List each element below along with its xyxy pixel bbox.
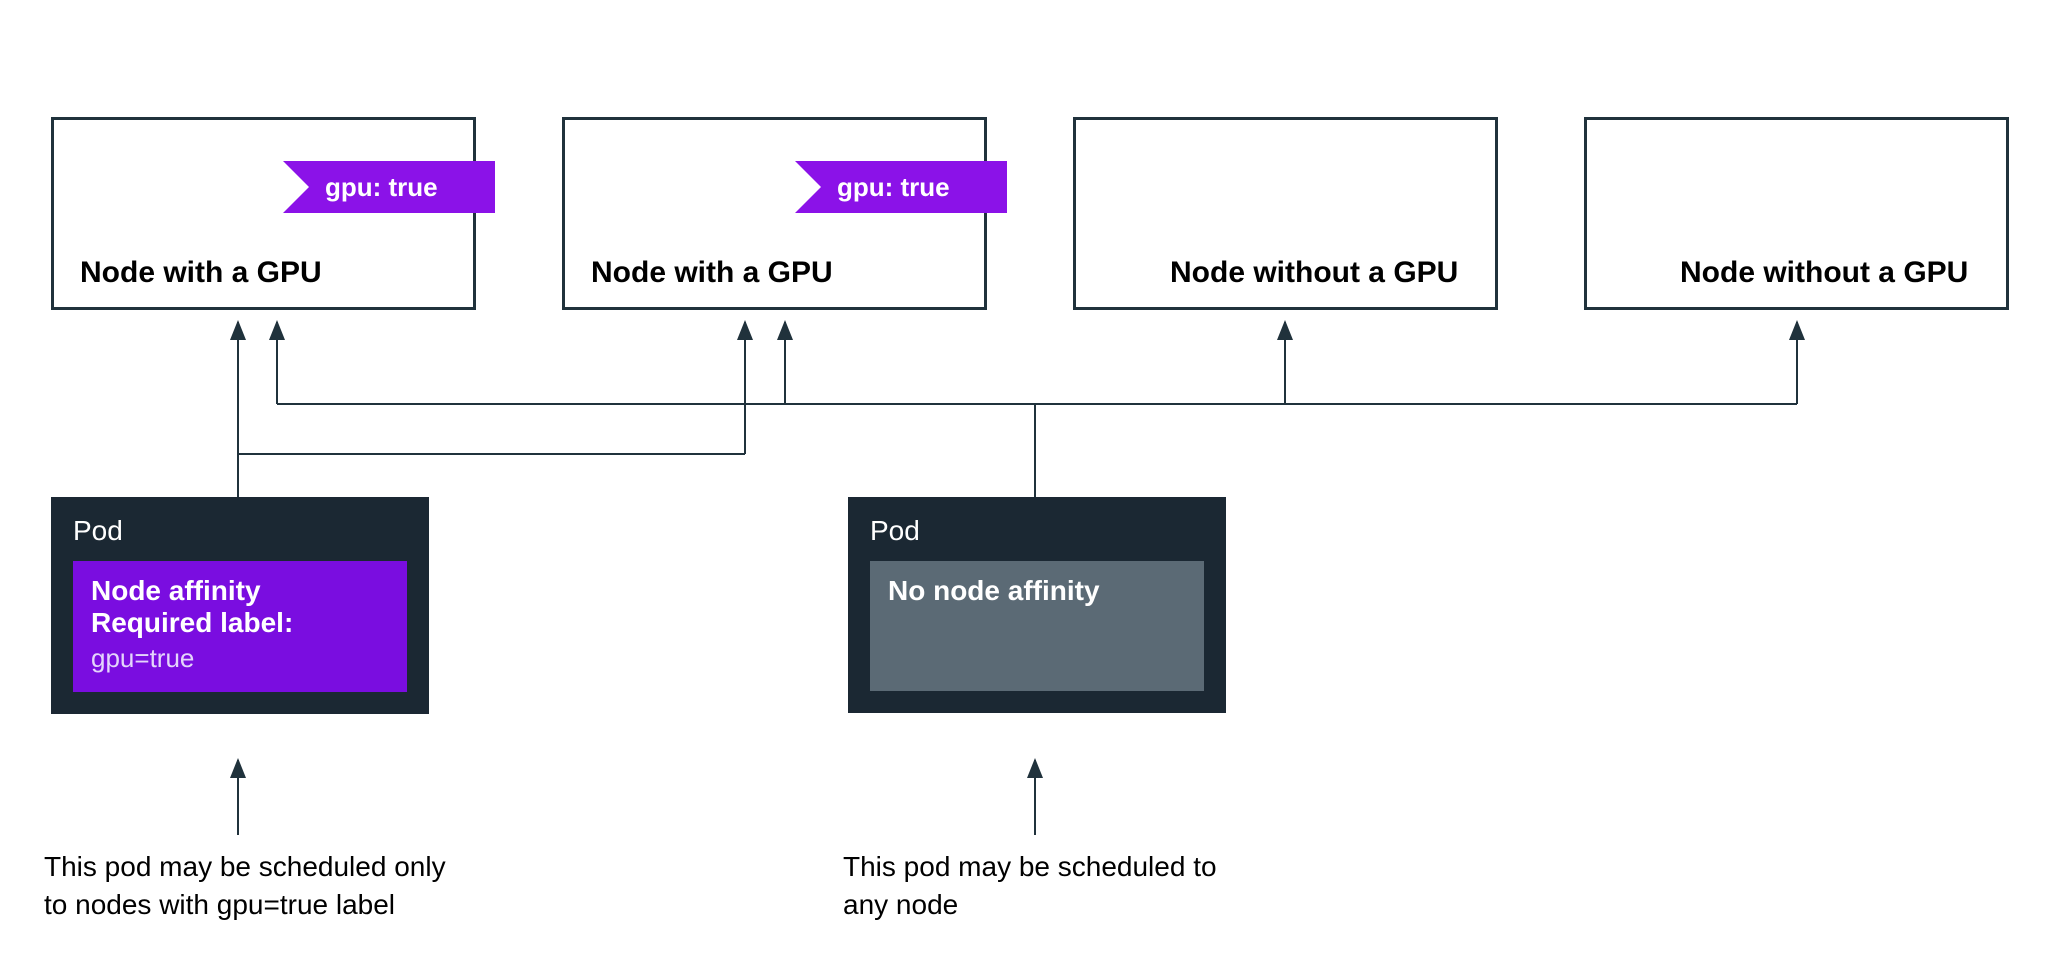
pod-affinity-2-line1: No node affinity <box>888 575 1186 607</box>
node-gpu-tag-2: gpu: true <box>795 161 1007 213</box>
pod-title-2: Pod <box>870 515 1204 547</box>
node-label-1: Node with a GPU <box>80 256 322 290</box>
gpu-tag-label-2: gpu: true <box>837 172 950 203</box>
gpu-tag-label-1: gpu: true <box>325 172 438 203</box>
pod-box-2: Pod No node affinity <box>848 497 1226 713</box>
pod-title-1: Pod <box>73 515 407 547</box>
pod-affinity-2: No node affinity <box>870 561 1204 691</box>
pod-affinity-1: Node affinity Required label: gpu=true <box>73 561 407 692</box>
pod-affinity-1-line1: Node affinity <box>91 575 389 607</box>
pod-affinity-1-line2: Required label: <box>91 607 389 639</box>
node-label-4: Node without a GPU <box>1680 256 1968 290</box>
pod-caption-1: This pod may be scheduled only to nodes … <box>44 848 564 924</box>
pod-caption-2: This pod may be scheduled to any node <box>843 848 1343 924</box>
node-label-2: Node with a GPU <box>591 256 833 290</box>
pod-affinity-1-line3: gpu=true <box>91 643 389 674</box>
diagram-canvas: gpu: true Node with a GPU gpu: true Node… <box>0 0 2048 956</box>
node-gpu-tag-1: gpu: true <box>283 161 495 213</box>
node-label-3: Node without a GPU <box>1170 256 1458 290</box>
pod-box-1: Pod Node affinity Required label: gpu=tr… <box>51 497 429 714</box>
